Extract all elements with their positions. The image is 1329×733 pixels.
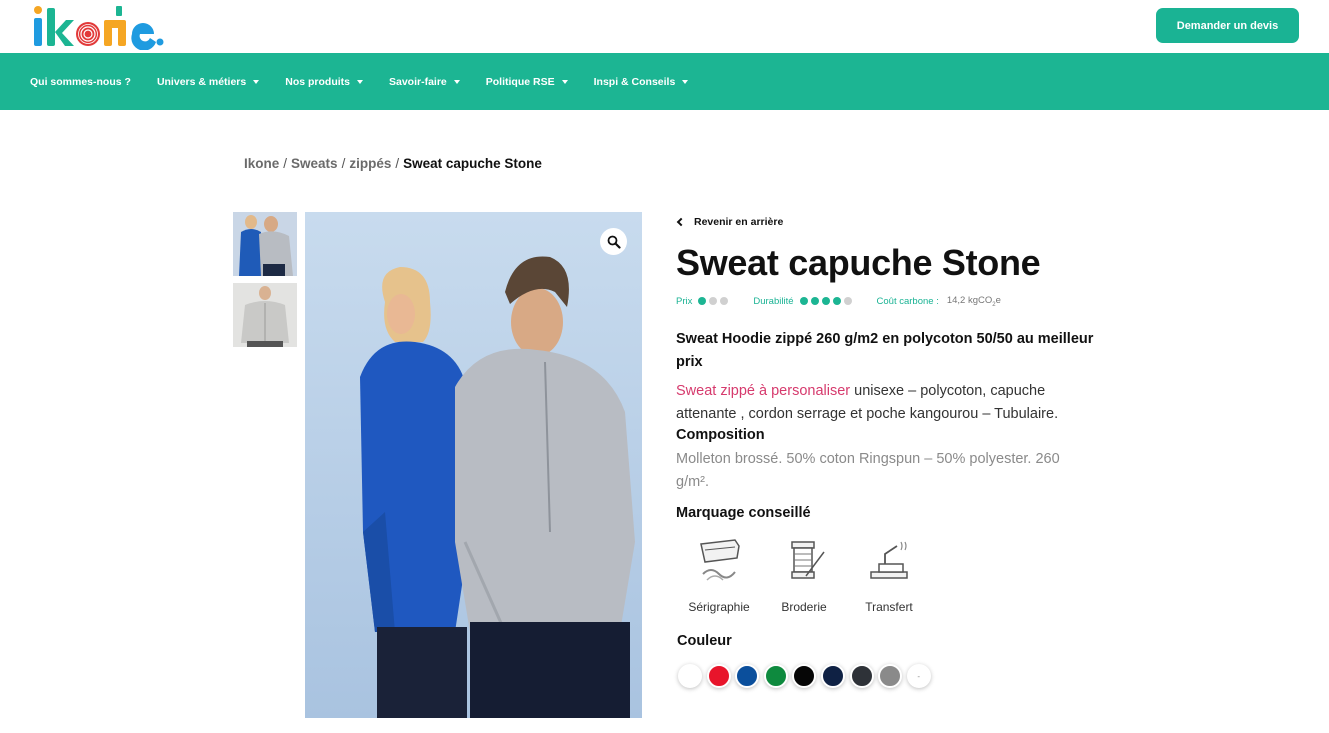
price-rating-label: Prix [676, 295, 693, 307]
personalize-link[interactable]: Sweat zippé à personaliser [676, 383, 850, 399]
breadcrumb-link-sweats[interactable]: Sweats [291, 156, 338, 171]
product-thumbnail-2[interactable] [233, 283, 297, 347]
breadcrumb-separator: / [395, 156, 400, 171]
color-heading: Couleur [677, 633, 732, 649]
carbon-cost-value: 14,2 kgCO2e [947, 295, 1001, 308]
color-swatch-5[interactable] [792, 664, 817, 688]
composition-heading: Composition [676, 427, 765, 443]
top-bar: Demander un devis [0, 0, 1329, 53]
chevron-left-icon [676, 217, 686, 227]
ikone-logo[interactable] [32, 4, 164, 50]
nav-item-label: Savoir-faire [388, 75, 447, 88]
color-swatch-1[interactable] [678, 664, 702, 688]
marking-option-embroidery: Broderie [761, 532, 847, 614]
caret-down-icon [453, 79, 460, 84]
rating-dot-filled [832, 297, 841, 306]
rating-dot-filled [698, 297, 707, 306]
thumbnail-image [233, 283, 297, 347]
nav-item-inspiration[interactable]: Inspi & Conseils [594, 76, 689, 88]
rating-dot-filled [799, 297, 808, 306]
color-swatch-4[interactable] [763, 664, 788, 688]
more-colors-button[interactable]: - [906, 664, 931, 688]
carbon-suffix: e [995, 295, 1001, 306]
rating-dot-empty [709, 297, 718, 306]
marking-label: Broderie [781, 600, 827, 614]
carbon-value-text: 14,2 kgCO [946, 295, 993, 306]
caret-down-icon [253, 79, 260, 84]
color-swatch-2[interactable] [706, 664, 731, 688]
rating-dot-filled [821, 297, 830, 306]
zoom-button[interactable] [600, 228, 627, 255]
nav-item-universes[interactable]: Univers & métiers [156, 75, 260, 88]
main-nav: Qui sommes-nous ? Univers & métiers Nos … [0, 53, 1329, 110]
rating-dot-empty [843, 297, 852, 306]
nav-item-csr[interactable]: Politique RSE [486, 76, 568, 88]
marking-label: Sérigraphie [688, 600, 750, 614]
product-ratings: Prix Durabilité Coût carbone : 14,2 kgCO… [676, 295, 1001, 308]
thumbnail-image [233, 212, 297, 276]
nav-item-label: Inspi & Conseils [593, 75, 676, 88]
back-link[interactable]: Revenir en arrière [676, 216, 783, 228]
marking-heading: Marquage conseillé [676, 505, 811, 521]
color-swatch-8[interactable] [878, 664, 903, 688]
breadcrumb-separator: / [341, 156, 346, 171]
product-title: Sweat capuche Stone [676, 242, 1041, 283]
back-link-label: Revenir en arrière [694, 216, 784, 228]
nav-item-about[interactable]: Qui sommes-nous ? [30, 76, 131, 88]
composition-text: Molleton brossé. 50% coton Ringspun – 50… [676, 451, 1060, 490]
nav-item-know-how[interactable]: Savoir-faire [389, 76, 460, 88]
rating-dot-empty [720, 297, 729, 306]
price-rating-dots [698, 297, 731, 306]
nav-item-label: Univers & métiers [156, 75, 247, 88]
durability-rating-label: Durabilité [753, 295, 794, 307]
nav-item-label: Nos produits [285, 75, 350, 88]
marking-option-screen-printing: Sérigraphie [676, 532, 762, 614]
breadcrumb-link-zipped[interactable]: zippés [349, 156, 391, 171]
product-photo [305, 212, 642, 718]
product-thumbnail-1[interactable] [233, 212, 297, 276]
durability-rating-dots [799, 297, 855, 306]
color-swatch-7[interactable] [849, 664, 874, 688]
product-description: Sweat zippé à personaliser unisexe – pol… [676, 380, 1101, 425]
color-swatch-6[interactable] [820, 664, 845, 688]
breadcrumb-current: Sweat capuche Stone [403, 156, 542, 171]
rating-dot-filled [810, 297, 819, 306]
color-swatch-3[interactable] [735, 664, 760, 688]
product-subtitle: Sweat Hoodie zippé 260 g/m2 en polycoton… [676, 331, 1094, 370]
carbon-cost-label: Coût carbone : [876, 295, 939, 307]
request-quote-button[interactable]: Demander un devis [1156, 8, 1299, 43]
screen-printing-icon [700, 539, 740, 581]
embroidery-icon [791, 541, 825, 579]
breadcrumb: Ikone / Sweats / zippés / Sweat capuche Stone [244, 156, 542, 171]
caret-down-icon [561, 79, 568, 84]
color-swatches: - [678, 664, 935, 688]
breadcrumb-link-home[interactable]: Ikone [244, 156, 279, 171]
magnifier-icon [607, 235, 621, 249]
transfer-press-icon [870, 541, 908, 579]
marking-label: Transfert [865, 600, 913, 614]
nav-item-label: Politique RSE [485, 75, 555, 88]
caret-down-icon [356, 79, 363, 84]
product-main-image[interactable] [305, 212, 642, 718]
nav-item-products[interactable]: Nos produits [285, 76, 363, 88]
caret-down-icon [682, 79, 689, 84]
nav-item-label: Qui sommes-nous ? [30, 75, 131, 88]
breadcrumb-separator: / [283, 156, 288, 171]
marking-option-transfer: Transfert [846, 532, 932, 614]
